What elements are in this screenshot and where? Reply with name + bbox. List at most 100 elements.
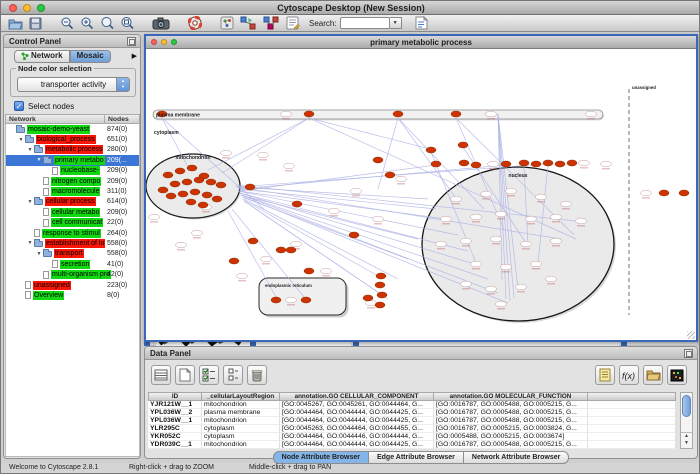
- network-node-unselected[interactable]: [461, 281, 472, 287]
- table-row-ydr039c-1[interactable]: YDR039C__1mitochondrion[GO:0044464, GO:0…: [148, 441, 676, 449]
- network-node[interactable]: [567, 160, 577, 166]
- network-node[interactable]: [426, 147, 436, 153]
- layout-nodes-icon[interactable]: [239, 16, 258, 31]
- network-node[interactable]: [202, 192, 212, 198]
- zoom-fit-icon[interactable]: [119, 16, 135, 31]
- attribute-columns-icon[interactable]: [151, 365, 171, 385]
- network-node-unselected[interactable]: [551, 214, 562, 220]
- network-node-unselected[interactable]: [237, 273, 248, 279]
- table-row-ypl036w-2[interactable]: YPL036W__2plasma membrane[GO:0044464, GO…: [148, 409, 676, 417]
- network-node[interactable]: [501, 161, 511, 167]
- network-node-unselected[interactable]: [501, 264, 512, 270]
- network-node[interactable]: [555, 161, 565, 167]
- network-node-unselected[interactable]: [373, 216, 384, 222]
- open-session-icon[interactable]: [7, 16, 23, 31]
- network-node-unselected[interactable]: [536, 194, 547, 200]
- network-node-unselected[interactable]: [531, 261, 542, 267]
- network-node[interactable]: [206, 179, 216, 185]
- snapshot-icon[interactable]: [151, 16, 171, 31]
- tree-item-cellular-metabo[interactable]: cellular metabo209(0): [6, 207, 139, 217]
- table-scrollbar[interactable]: ▲▼: [680, 392, 693, 449]
- network-node[interactable]: [198, 202, 208, 208]
- new-attribute-icon[interactable]: [175, 365, 195, 385]
- network-node-unselected[interactable]: [491, 236, 502, 242]
- float-data-panel-icon[interactable]: [684, 349, 693, 358]
- network-node-unselected[interactable]: [496, 301, 507, 307]
- network-node[interactable]: [194, 177, 204, 183]
- network-node-unselected[interactable]: [291, 241, 302, 247]
- network-node[interactable]: [363, 295, 373, 301]
- select-nodes-checkbox[interactable]: ✓: [14, 101, 24, 111]
- network-node[interactable]: [531, 161, 541, 167]
- network-node-unselected[interactable]: [451, 196, 462, 202]
- network-node[interactable]: [187, 165, 197, 171]
- network-node[interactable]: [178, 191, 188, 197]
- network-node-unselected[interactable]: [576, 218, 587, 224]
- float-panel-icon[interactable]: [127, 37, 136, 46]
- network-node[interactable]: [375, 282, 385, 288]
- table-row-ypl036w-1[interactable]: YPL036W__1mitochondrion[GO:0044464, GO:0…: [148, 417, 676, 425]
- network-node[interactable]: [245, 184, 255, 190]
- network-node-unselected[interactable]: [551, 238, 562, 244]
- network-node[interactable]: [393, 111, 403, 117]
- network-node-unselected[interactable]: [461, 238, 472, 244]
- network-window-titlebar[interactable]: primary metabolic process: [146, 36, 696, 49]
- network-node-unselected[interactable]: [579, 160, 590, 166]
- network-node-unselected[interactable]: [321, 268, 332, 274]
- network-node[interactable]: [248, 238, 258, 244]
- network-node-unselected[interactable]: [284, 163, 295, 169]
- network-node-unselected[interactable]: [258, 152, 269, 158]
- network-node-unselected[interactable]: [351, 188, 362, 194]
- table-row-yjr121w-1[interactable]: YJR121W__1mitochondrion[GO:0045267, GO:0…: [148, 401, 676, 409]
- network-node[interactable]: [349, 232, 359, 238]
- network-node-unselected[interactable]: [441, 216, 452, 222]
- tree-item-biological-process[interactable]: ▼biological_process651(0): [6, 134, 139, 144]
- network-node-unselected[interactable]: [221, 150, 232, 156]
- network-node[interactable]: [451, 111, 461, 117]
- attribute-matrix-icon[interactable]: [667, 365, 687, 385]
- network-node-unselected[interactable]: [488, 161, 499, 167]
- expand-arrow-icon[interactable]: ▼: [26, 147, 34, 153]
- network-node[interactable]: [659, 190, 669, 196]
- network-node-unselected[interactable]: [506, 188, 517, 194]
- column-header-annotation-go-molecular-function[interactable]: annotation.GO MOLECULAR_FUNCTION: [434, 392, 588, 401]
- network-node-unselected[interactable]: [192, 230, 203, 236]
- tree-item-cellular-process[interactable]: ▼cellular process614(0): [6, 197, 139, 207]
- expand-arrow-icon[interactable]: ▼: [35, 251, 43, 257]
- expand-arrow-icon[interactable]: ▼: [35, 157, 43, 163]
- network-node[interactable]: [385, 172, 395, 178]
- network-node[interactable]: [304, 111, 314, 117]
- tree-item-primary-metabo[interactable]: ▼primary metabo209(...: [6, 155, 139, 165]
- column-header-blank[interactable]: [588, 392, 676, 401]
- tree-item-secretion[interactable]: secretion41(0): [6, 259, 139, 269]
- tree-item-nucleobase[interactable]: nucleobase-209(0): [6, 166, 139, 176]
- edit-list-icon[interactable]: [285, 16, 301, 31]
- tree-item-overview[interactable]: Overview8(0): [6, 290, 139, 300]
- network-node-unselected[interactable]: [471, 214, 482, 220]
- unselect-attributes-icon[interactable]: [223, 365, 243, 385]
- tree-item-establishment-of-lo[interactable]: ▼establishment of lo558(0): [6, 238, 139, 248]
- tree-item-nitrogen-compo[interactable]: nitrogen compo209(0): [6, 176, 139, 186]
- column-header-id[interactable]: ID: [148, 392, 202, 401]
- annotation-page-icon[interactable]: [414, 16, 430, 31]
- network-node[interactable]: [212, 196, 222, 202]
- network-node[interactable]: [276, 247, 286, 253]
- network-node-unselected[interactable]: [496, 211, 507, 217]
- delete-attribute-icon[interactable]: [247, 365, 267, 385]
- network-canvas[interactable]: plasma membrane cytoplasm mitochondrion …: [146, 49, 696, 340]
- network-node-unselected[interactable]: [149, 214, 160, 220]
- zoom-region-icon[interactable]: [99, 16, 115, 31]
- network-node-unselected[interactable]: [471, 261, 482, 267]
- zoom-in-icon[interactable]: [79, 16, 95, 31]
- network-overview-icon[interactable]: [219, 16, 235, 31]
- network-node-unselected[interactable]: [516, 284, 527, 290]
- main-titlebar[interactable]: Cytoscape Desktop (New Session): [1, 1, 700, 15]
- tree-item-multi-organism-pro[interactable]: multi-organism pro42(0): [6, 269, 139, 279]
- attribute-list-icon[interactable]: [595, 365, 615, 385]
- tab-network[interactable]: Network: [14, 50, 70, 63]
- expand-arrow-icon[interactable]: ▼: [17, 137, 25, 143]
- network-node[interactable]: [175, 168, 185, 174]
- table-row-ylr295c[interactable]: YLR295Ccytoplasm[GO:0045263, GO:0044464,…: [148, 425, 676, 433]
- tree-item-metabolic-process[interactable]: ▼metabolic process280(0): [6, 145, 139, 155]
- network-node-unselected[interactable]: [329, 208, 340, 214]
